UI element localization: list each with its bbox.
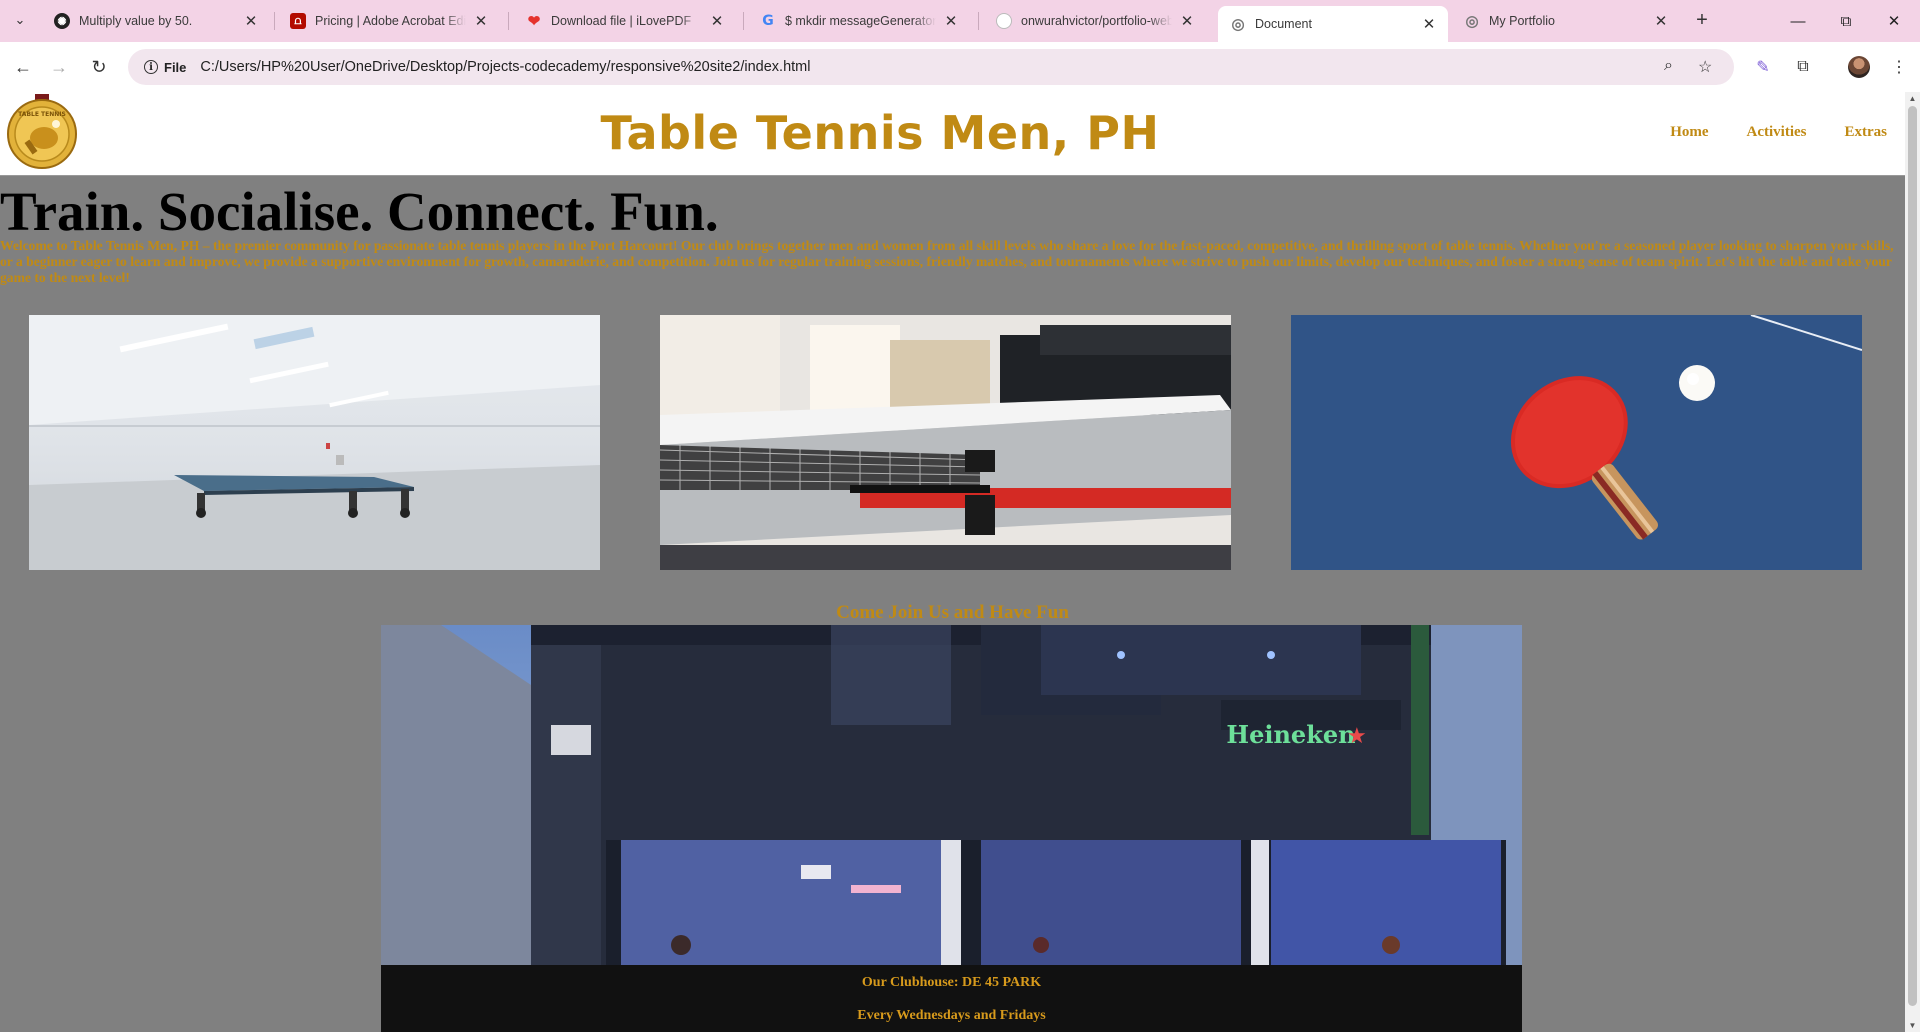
tab-title: onwurahvictor/portfolio-website (1021, 14, 1172, 28)
address-bar[interactable]: i File C:/Users/HP%20User/OneDrive/Deskt… (128, 49, 1734, 85)
tab-1[interactable]: ✺ Multiply value by 50. ✕ (42, 6, 270, 36)
tab-separator (743, 12, 744, 30)
extensions-puzzle-icon[interactable]: ⧉ (1790, 54, 1816, 80)
svg-text:★: ★ (1347, 723, 1367, 748)
tab-title: My Portfolio (1489, 14, 1555, 28)
reload-icon[interactable]: ↻ (86, 54, 112, 80)
globe-icon: ◎ (1465, 13, 1479, 30)
openai-icon: ✺ (54, 13, 70, 29)
photo-table-net (660, 315, 1231, 570)
clubhouse-info-panel: Our Clubhouse: DE 45 PARK Every Wednesda… (381, 965, 1522, 1032)
photo-paddle-ball (1291, 315, 1862, 570)
info-icon: i (144, 60, 158, 74)
close-icon[interactable]: ✕ (708, 12, 726, 30)
page-scrollbar[interactable]: ▲ ▼ (1905, 92, 1920, 1032)
close-icon[interactable]: ✕ (1652, 12, 1670, 30)
avatar (1848, 56, 1870, 78)
minimize-icon[interactable]: — (1774, 8, 1822, 34)
tab-4[interactable]: G $ mkdir messageGenerator mkdir ✕ (748, 6, 970, 36)
tab-title: Multiply value by 50. (79, 14, 193, 28)
tab-separator (978, 12, 979, 30)
site-header: TABLE TENNIS Table Tennis Men, PH Home A… (0, 92, 1905, 176)
tab-title: $ mkdir messageGenerator mkdir (785, 14, 936, 28)
google-icon: G (762, 13, 774, 29)
tab-6-active[interactable]: ◎ Document ✕ (1218, 6, 1448, 42)
window-close-icon[interactable]: ✕ (1870, 8, 1918, 34)
new-tab-icon[interactable]: + (1690, 9, 1714, 32)
nav-extras-link[interactable]: Extras (1845, 124, 1888, 141)
url-text[interactable]: C:/Users/HP%20User/OneDrive/Desktop/Proj… (200, 59, 810, 75)
close-icon[interactable]: ✕ (242, 12, 260, 30)
nav-home-link[interactable]: Home (1670, 124, 1708, 141)
browser-tab-bar: ⌄ ✺ Multiply value by 50. ✕ ⩍ Pricing | … (0, 0, 1920, 42)
hero-heading: Train. Socialise. Connect. Fun. (0, 181, 719, 242)
profile-avatar[interactable] (1846, 54, 1872, 80)
tab-3[interactable]: ❤ Download file | iLovePDF ✕ (514, 6, 736, 36)
tab-title: Pricing | Adobe Acrobat Edit a PDF (315, 14, 466, 28)
tab-search-chevron-icon[interactable]: ⌄ (8, 8, 32, 32)
tab-separator (274, 12, 275, 30)
photo-training-hall (29, 315, 600, 570)
bookmark-star-icon[interactable]: ☆ (1698, 57, 1712, 77)
scroll-up-icon[interactable]: ▲ (1905, 94, 1920, 103)
tab-separator (508, 12, 509, 30)
close-icon[interactable]: ✕ (942, 12, 960, 30)
pen-extension-icon[interactable]: ✎ (1750, 54, 1776, 80)
close-icon[interactable]: ✕ (1178, 12, 1196, 30)
photo-clubhouse: Heineken ★ (381, 625, 1522, 965)
tab-5[interactable]: onwurahvictor/portfolio-website ✕ (984, 6, 1206, 36)
forward-arrow-icon[interactable]: → (46, 54, 72, 80)
tab-7[interactable]: ◎ My Portfolio ✕ (1452, 6, 1680, 36)
ilovepdf-heart-icon: ❤ (527, 13, 541, 30)
join-us-heading: Come Join Us and Have Fun (836, 602, 1069, 623)
nav-activities-link[interactable]: Activities (1747, 124, 1807, 141)
globe-icon: ◎ (1231, 16, 1245, 33)
tab-title: Document (1255, 17, 1312, 31)
site-title: Table Tennis Men, PH (600, 106, 1160, 160)
scrollbar-thumb[interactable] (1908, 106, 1917, 1006)
heineken-sign: Heineken (1226, 720, 1355, 749)
back-arrow-icon[interactable]: ← (10, 54, 36, 80)
kebab-menu-icon[interactable]: ⋮ (1886, 54, 1912, 80)
close-icon[interactable]: ✕ (1420, 15, 1438, 33)
restore-icon[interactable]: ⧉ (1822, 8, 1870, 34)
main-nav: Home Activities Extras (1670, 124, 1887, 141)
clubhouse-address: Our Clubhouse: DE 45 PARK (861, 975, 1042, 990)
scroll-down-icon[interactable]: ▼ (1905, 1021, 1920, 1030)
adobe-acrobat-icon: ⩍ (290, 13, 306, 29)
club-schedule: Every Wednesdays and Fridays (857, 1008, 1046, 1023)
tab-title: Download file | iLovePDF (551, 14, 692, 28)
github-icon (996, 13, 1012, 29)
page-viewport: TABLE TENNIS Table Tennis Men, PH Home A… (0, 92, 1905, 1032)
site-info-chip[interactable]: i File (138, 54, 192, 80)
zoom-icon[interactable]: ⌕ (1664, 57, 1673, 75)
tab-2[interactable]: ⩍ Pricing | Adobe Acrobat Edit a PDF ✕ (278, 6, 500, 36)
scheme-label: File (164, 59, 187, 75)
intro-paragraph: Welcome to Table Tennis Men, PH – the pr… (0, 238, 1894, 285)
browser-toolbar: ← → ↻ i File C:/Users/HP%20User/OneDrive… (0, 42, 1920, 92)
close-icon[interactable]: ✕ (472, 12, 490, 30)
